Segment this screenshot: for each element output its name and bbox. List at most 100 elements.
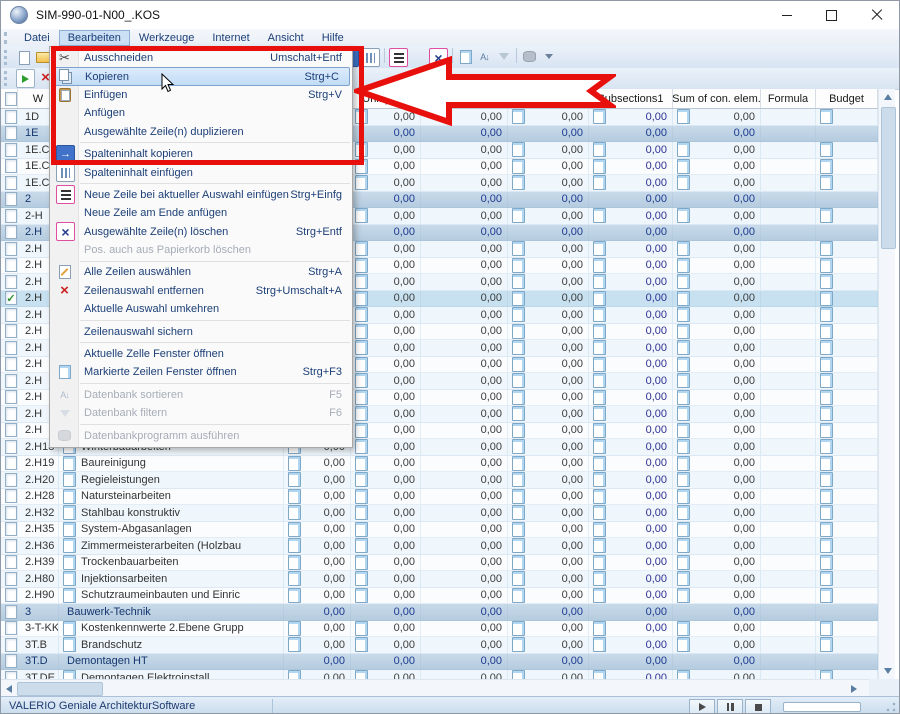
row-checkbox[interactable] [5, 621, 17, 635]
cell-conel[interactable]: 0,00 [673, 621, 761, 638]
cell-cb[interactable] [1, 406, 18, 423]
cell-indiv[interactable]: 0,00 [508, 159, 589, 176]
cell-cb[interactable] [1, 505, 18, 522]
cell-name[interactable]: Bauwerk-Technik [59, 604, 284, 621]
cell-subs[interactable]: 0,00 [589, 241, 673, 258]
cell-unit[interactable]: 0,00 [351, 208, 421, 225]
cell-cb[interactable] [1, 208, 18, 225]
cell-unit[interactable]: 0,00 [351, 456, 421, 473]
cell-sumunit[interactable]: 0,00 [421, 274, 508, 291]
cell-unit[interactable]: 0,00 [351, 192, 421, 209]
cell-conel[interactable]: 0,00 [673, 588, 761, 605]
cell-budget[interactable] [816, 637, 878, 654]
cell-unit[interactable]: 0,00 [351, 324, 421, 341]
cell-cb[interactable] [1, 588, 18, 605]
cell-id[interactable]: 3 [18, 604, 59, 621]
cell-unit[interactable]: 0,00 [351, 423, 421, 440]
cell-id[interactable]: 2.H90 [18, 588, 59, 605]
cell-sumunit[interactable]: 0,00 [421, 324, 508, 341]
cell-unit[interactable]: 0,00 [351, 637, 421, 654]
row-checkbox[interactable] [5, 308, 17, 322]
cell-unit[interactable]: 0,00 [351, 390, 421, 407]
row-checkbox[interactable] [5, 489, 17, 503]
cell-budget[interactable] [816, 654, 878, 671]
cell-conel[interactable]: 0,00 [673, 241, 761, 258]
vertical-scroll-thumb[interactable] [881, 107, 896, 249]
cell-budget[interactable] [816, 241, 878, 258]
cell-formula[interactable] [761, 555, 816, 572]
menubar-item-werkzeuge[interactable]: Werkzeuge [130, 30, 203, 46]
cell-unit[interactable]: 0,00 [351, 489, 421, 506]
cell-cb[interactable] [1, 357, 18, 374]
cell-cb[interactable] [1, 126, 18, 143]
scroll-down-arrow[interactable] [879, 663, 896, 679]
row-checkbox[interactable] [5, 242, 17, 256]
row-checkbox[interactable] [5, 473, 17, 487]
cell-indiv[interactable]: 0,00 [508, 175, 589, 192]
cell-indiv[interactable]: 0,00 [508, 192, 589, 209]
cell-sumunit[interactable]: 0,00 [421, 439, 508, 456]
cell-sumunit[interactable]: 0,00 [421, 654, 508, 671]
cell-subs[interactable]: 0,00 [589, 439, 673, 456]
cell-sumunit[interactable]: 0,00 [421, 588, 508, 605]
cell-budget[interactable] [816, 340, 878, 357]
cell-conel[interactable]: 0,00 [673, 307, 761, 324]
cell-cb[interactable] [1, 571, 18, 588]
cell-budget[interactable] [816, 538, 878, 555]
table-row[interactable]: 2.H19Baureinigung0,000,000,000,000,000,0… [1, 456, 878, 473]
menubar-item-hilfe[interactable]: Hilfe [313, 30, 353, 46]
cell-id[interactable]: 2.H28 [18, 489, 59, 506]
cell-formula[interactable] [761, 505, 816, 522]
cell-cb[interactable] [1, 241, 18, 258]
menu-item-aktuelle-auswahl-umkehren[interactable]: Aktuelle Auswahl umkehren [50, 300, 352, 318]
cell-id[interactable]: 2.H19 [18, 456, 59, 473]
cell-conel[interactable]: 0,00 [673, 225, 761, 242]
cell-cb[interactable] [1, 324, 18, 341]
row-checkbox[interactable] [5, 572, 17, 586]
row-checkbox[interactable] [5, 555, 17, 569]
menu-item-ausgewählte-zeile-n-löschen[interactable]: Ausgewählte Zeile(n) löschenStrg+Entf [50, 223, 352, 241]
cell-budget[interactable] [816, 522, 878, 539]
cell-cb[interactable] [1, 109, 18, 126]
row-checkbox[interactable] [5, 440, 17, 454]
cell-sumunit[interactable]: 0,00 [421, 225, 508, 242]
table-row[interactable]: 2.H28Natursteinarbeiten0,000,000,000,000… [1, 489, 878, 506]
cell-budget[interactable] [816, 621, 878, 638]
cell-subs[interactable]: 0,00 [589, 670, 673, 679]
cell-formula[interactable] [761, 637, 816, 654]
scroll-right-arrow[interactable] [846, 680, 862, 697]
cell-budget[interactable] [816, 324, 878, 341]
cell-cb[interactable] [1, 522, 18, 539]
cell-unit[interactable]: 0,00 [351, 258, 421, 275]
cell-sumunit[interactable]: 0,00 [421, 456, 508, 473]
cell-formula[interactable] [761, 258, 816, 275]
cell-budget[interactable] [816, 406, 878, 423]
cell-id[interactable]: 2.H39 [18, 555, 59, 572]
cell-conel[interactable]: 0,00 [673, 423, 761, 440]
cell-formula[interactable] [761, 142, 816, 159]
row-checkbox[interactable] [5, 341, 17, 355]
cell-indiv[interactable]: 0,00 [508, 340, 589, 357]
cell-formula[interactable] [761, 225, 816, 242]
cell-budget[interactable] [816, 274, 878, 291]
cell-sumunit[interactable]: 0,00 [421, 538, 508, 555]
cell-cb[interactable] [1, 489, 18, 506]
cell-cb[interactable]: ✓ [1, 291, 18, 308]
cell-subs[interactable]: 0,00 [589, 324, 673, 341]
cell-name[interactable]: Schutzraumeinbauten und Einric [59, 588, 284, 605]
cell-formula[interactable] [761, 423, 816, 440]
cell-formula[interactable] [761, 109, 816, 126]
cell-formula[interactable] [761, 324, 816, 341]
cell-name[interactable]: System-Abgasanlagen [59, 522, 284, 539]
cell-budget[interactable] [816, 175, 878, 192]
cell-sumunit[interactable]: 0,00 [421, 489, 508, 506]
row-checkbox[interactable] [5, 390, 17, 404]
cell-subs[interactable]: 0,00 [589, 571, 673, 588]
cell-cb[interactable] [1, 258, 18, 275]
menubar-item-ansicht[interactable]: Ansicht [259, 30, 313, 46]
cell-subs[interactable]: 0,00 [589, 456, 673, 473]
cell-subs[interactable]: 0,00 [589, 604, 673, 621]
cell-conel[interactable]: 0,00 [673, 373, 761, 390]
cell-indiv[interactable]: 0,00 [508, 357, 589, 374]
cell-unit[interactable]: 0,00 [351, 307, 421, 324]
